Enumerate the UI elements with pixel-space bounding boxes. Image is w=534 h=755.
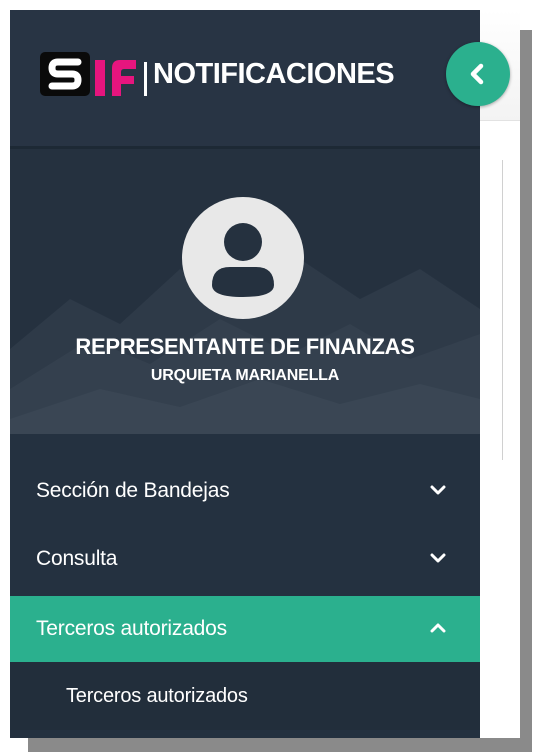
chevron-down-icon: [430, 553, 446, 563]
user-name: URQUIETA MARIANELLA: [150, 367, 340, 384]
menu-item-terceros-autorizados[interactable]: Terceros autorizados: [10, 596, 480, 662]
frame-shadow-bottom: [28, 738, 532, 752]
content-divider: [502, 160, 503, 460]
user-avatar-icon: [182, 197, 304, 319]
frame-shadow-right: [520, 30, 532, 752]
submenu-item-terceros-autorizados[interactable]: Terceros autorizados: [10, 662, 480, 730]
user-profile-panel: REPRESENTANTE DE FINANZAS URQUIETA MARIA…: [10, 149, 480, 434]
app-title: NOTIFICACIONES: [153, 58, 395, 90]
app-window: NOTIFICACIONES REPRESENTANTE DE FINANZAS…: [10, 10, 520, 738]
user-role: REPRESENTANTE DE FINANZAS: [75, 334, 415, 359]
main-content-area: [480, 10, 520, 738]
sif-logo: [40, 52, 147, 96]
collapse-sidebar-button[interactable]: [446, 42, 510, 106]
menu-item-label: Sección de Bandejas: [36, 479, 230, 502]
submenu-item-label: Terceros autorizados: [66, 684, 248, 707]
menu-item-label: Consulta: [36, 547, 118, 570]
menu-item-consulta[interactable]: Consulta: [10, 526, 480, 592]
sidebar-header: NOTIFICACIONES: [10, 10, 480, 149]
menu-item-label: Terceros autorizados: [36, 617, 227, 640]
sidebar: NOTIFICACIONES REPRESENTANTE DE FINANZAS…: [10, 10, 510, 738]
chevron-left-icon: [470, 63, 484, 85]
chevron-down-icon: [430, 485, 446, 495]
chevron-up-icon: [430, 623, 446, 633]
menu-item-seccion-de-bandejas[interactable]: Sección de Bandejas: [10, 458, 480, 524]
